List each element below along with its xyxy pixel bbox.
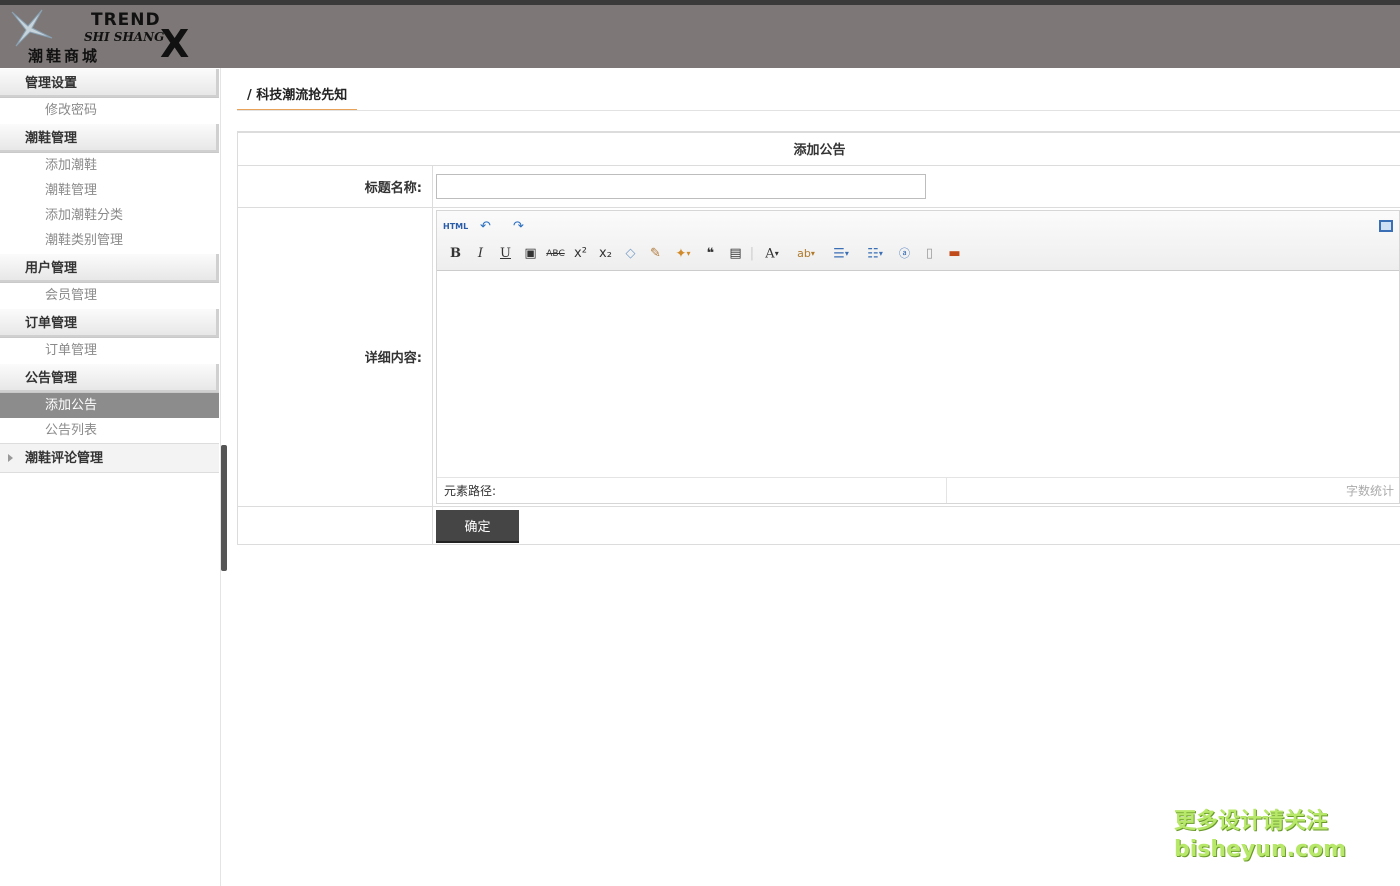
- logo-shishang: SHI SHANG: [84, 30, 165, 44]
- strikethrough-icon[interactable]: ABC: [543, 245, 568, 263]
- logo-star-icon: [11, 9, 53, 47]
- logo[interactable]: TREND SHI SHANG 潮鞋商城 X: [8, 8, 208, 66]
- new-document-icon[interactable]: ▯: [917, 245, 942, 263]
- logo-x: X: [160, 22, 190, 66]
- title-input[interactable]: [436, 174, 926, 199]
- underline-button[interactable]: U: [493, 245, 518, 263]
- tab-current[interactable]: / 科技潮流抢先知: [237, 87, 358, 111]
- ordered-list-icon[interactable]: ☰▾: [824, 245, 858, 263]
- paste-plain-icon[interactable]: ▤: [723, 245, 748, 263]
- toolbar-separator: |: [749, 245, 755, 261]
- word-count-label: 字数统计: [1345, 483, 1394, 498]
- sidebar-item-notice-list[interactable]: 公告列表: [0, 418, 219, 443]
- redo-icon[interactable]: ↷: [506, 218, 531, 236]
- watermark: 更多设计请关注 bisheyun.com: [1174, 808, 1346, 864]
- content-label: 详细内容:: [237, 206, 433, 507]
- sidebar-group-comments-label: 潮鞋评论管理: [25, 451, 104, 466]
- sidebar: 管理设置 修改密码 潮鞋管理 添加潮鞋 潮鞋管理 添加潮鞋分类 潮鞋类别管理 用…: [0, 68, 221, 886]
- sidebar-item-add-category[interactable]: 添加潮鞋分类: [0, 203, 219, 228]
- header: TREND SHI SHANG 潮鞋商城 X: [0, 5, 1400, 68]
- sidebar-group-orders[interactable]: 订单管理: [0, 308, 219, 338]
- insert-image-icon[interactable]: ▬: [942, 245, 967, 263]
- eraser-icon[interactable]: ◇: [618, 245, 643, 263]
- format-brush-icon[interactable]: ✎: [643, 245, 668, 263]
- element-path-label: 元素路径:: [437, 477, 947, 503]
- sidebar-item-category-manage[interactable]: 潮鞋类别管理: [0, 228, 219, 253]
- font-color-icon[interactable]: A▾: [756, 245, 788, 263]
- insert-anchor-icon[interactable]: ⓐ: [892, 245, 917, 263]
- sidebar-item-add-shoe[interactable]: 添加潮鞋: [0, 153, 219, 178]
- sidebar-group-shoes[interactable]: 潮鞋管理: [0, 123, 219, 153]
- sidebar-item-shoe-manage[interactable]: 潮鞋管理: [0, 178, 219, 203]
- sidebar-group-comments[interactable]: 潮鞋评论管理: [0, 443, 219, 473]
- title-cell: [432, 164, 1400, 208]
- editor-toolbar: HTML ↶ ↷ B I U ▣ ABC x² x₂ ◇ ✎ ✦▾ ❝ ▤ | …: [437, 210, 1399, 271]
- sidebar-item-orders[interactable]: 订单管理: [0, 338, 219, 363]
- unordered-list-icon[interactable]: ☷▾: [858, 245, 892, 263]
- watermark-line2: bisheyun.com: [1174, 837, 1347, 862]
- auto-format-icon[interactable]: ✦▾: [668, 245, 698, 263]
- font-border-icon[interactable]: ▣: [518, 245, 543, 263]
- bold-button[interactable]: B: [443, 245, 468, 263]
- notice-form: 添加公告 标题名称: 详细内容: HTML ↶ ↷ B I U ▣ ABC x²…: [237, 131, 1400, 545]
- sidebar-group-notices[interactable]: 公告管理: [0, 363, 219, 393]
- tab-divider: [237, 110, 1400, 111]
- undo-icon[interactable]: ↶: [473, 218, 498, 236]
- main-content: / 科技潮流抢先知 添加公告 标题名称: 详细内容: HTML ↶ ↷ B I …: [237, 68, 1400, 886]
- title-label: 标题名称:: [237, 164, 433, 208]
- chevron-right-icon: [8, 454, 13, 462]
- watermark-line1: 更多设计请关注: [1174, 809, 1329, 834]
- logo-trend: TREND: [91, 10, 161, 30]
- blockquote-icon[interactable]: ❝: [698, 245, 723, 263]
- content-cell: HTML ↶ ↷ B I U ▣ ABC x² x₂ ◇ ✎ ✦▾ ❝ ▤ | …: [432, 206, 1400, 507]
- submit-row-label: [237, 505, 433, 545]
- sidebar-splitter-handle[interactable]: [221, 445, 227, 571]
- highlight-color-icon[interactable]: ab▾: [788, 245, 824, 263]
- html-source-button[interactable]: HTML: [443, 218, 468, 236]
- sidebar-item-add-notice[interactable]: 添加公告: [0, 393, 219, 418]
- submit-cell: 确定: [432, 505, 1400, 545]
- sidebar-group-users[interactable]: 用户管理: [0, 253, 219, 283]
- fullscreen-icon[interactable]: [1379, 219, 1393, 232]
- form-header: 添加公告: [237, 131, 1400, 166]
- superscript-icon[interactable]: x²: [568, 245, 593, 263]
- sidebar-item-members[interactable]: 会员管理: [0, 283, 219, 308]
- editor-content-area[interactable]: [437, 270, 1399, 479]
- subscript-icon[interactable]: x₂: [593, 245, 618, 263]
- logo-chinese: 潮鞋商城: [28, 47, 101, 65]
- sidebar-group-settings[interactable]: 管理设置: [0, 68, 219, 98]
- sidebar-item-change-password[interactable]: 修改密码: [0, 98, 219, 123]
- rich-text-editor: HTML ↶ ↷ B I U ▣ ABC x² x₂ ◇ ✎ ✦▾ ❝ ▤ | …: [436, 209, 1400, 504]
- italic-button[interactable]: I: [468, 245, 493, 263]
- confirm-button[interactable]: 确定: [436, 509, 519, 541]
- editor-status-bar: 元素路径: 字数统计: [437, 476, 1399, 503]
